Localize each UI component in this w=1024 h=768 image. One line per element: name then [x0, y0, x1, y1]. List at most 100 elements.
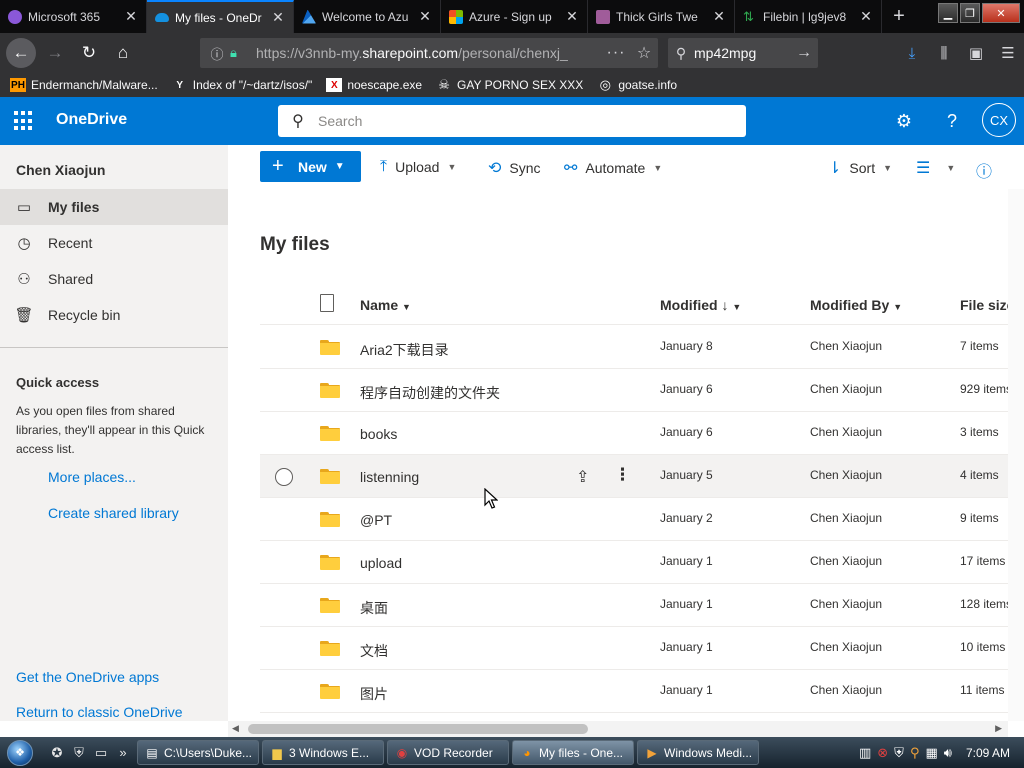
tab-filebin[interactable]: ⇅ Filebin | lg9jev8 ✕: [735, 0, 882, 33]
table-row[interactable]: Aria2下载目录 January 8 Chen Xiaojun 7 items: [260, 326, 1008, 369]
file-name[interactable]: upload: [360, 555, 402, 571]
sidebar-item-my-files[interactable]: ▭ My files: [0, 189, 228, 225]
start-button[interactable]: ❖: [0, 737, 40, 768]
taskbar-item-firefox[interactable]: ◕ My files - One...: [512, 740, 634, 765]
url-text[interactable]: https://v3nnb-my.sharepoint.com/personal…: [256, 45, 602, 61]
library-icon[interactable]: ⫼: [928, 45, 960, 62]
onedrive-search-placeholder[interactable]: Search: [318, 113, 362, 129]
file-name[interactable]: Aria2下载目录: [360, 340, 449, 360]
automate-button[interactable]: ⚯ Automate ▼: [564, 158, 662, 178]
quick-launch-shield-icon[interactable]: ⛨: [68, 745, 90, 761]
close-tab-icon[interactable]: ✕: [271, 9, 285, 26]
column-header-name[interactable]: Name ▼: [360, 297, 411, 313]
table-row[interactable]: books January 6 Chen Xiaojun 3 items: [260, 412, 1008, 455]
return-classic-onedrive-link[interactable]: Return to classic OneDrive: [16, 704, 183, 720]
tray-search-icon[interactable]: ⚲: [910, 745, 920, 761]
sidebar-item-recycle-bin[interactable]: 🗑︎ Recycle bin: [0, 297, 228, 333]
tab-azure-signup[interactable]: Azure - Sign up ✕: [441, 0, 588, 33]
new-tab-button[interactable]: +: [882, 0, 916, 33]
view-options-button[interactable]: ☰ ▼: [916, 158, 955, 178]
create-shared-library-link[interactable]: Create shared library: [48, 505, 179, 521]
table-row[interactable]: @PT January 2 Chen Xiaojun 9 items: [260, 498, 1008, 541]
table-row[interactable]: listenning ⇪ ⋮ January 5 Chen Xiaojun 4 …: [260, 455, 1008, 498]
sidebar-item-recent[interactable]: ◷ Recent: [0, 225, 228, 261]
table-row[interactable]: 文档 January 1 Chen Xiaojun 10 items: [260, 627, 1008, 670]
settings-gear-icon[interactable]: ⚙: [890, 107, 918, 135]
file-name[interactable]: listenning: [360, 469, 419, 485]
tab-welcome-azure[interactable]: Welcome to Azu ✕: [294, 0, 441, 33]
reload-button[interactable]: ↻: [74, 38, 104, 68]
bookmark-item[interactable]: ◎ goatse.info: [597, 77, 677, 92]
file-name[interactable]: 程序自动创建的文件夹: [360, 383, 500, 403]
file-name[interactable]: @PT: [360, 512, 392, 528]
quick-launch-expand-icon[interactable]: »: [112, 745, 134, 760]
scroll-left-arrow-icon[interactable]: ◀: [232, 723, 239, 734]
close-tab-icon[interactable]: ✕: [712, 8, 726, 25]
tray-volume-icon[interactable]: 🔊︎: [944, 745, 952, 761]
avatar[interactable]: CX: [982, 103, 1016, 137]
taskbar-clock[interactable]: 7:09 AM: [966, 746, 1010, 760]
file-type-icon[interactable]: [320, 294, 334, 312]
get-onedrive-apps-link[interactable]: Get the OneDrive apps: [16, 669, 159, 685]
horizontal-scroll-thumb[interactable]: [248, 724, 588, 734]
padlock-icon[interactable]: 🔒︎: [230, 45, 248, 61]
back-button[interactable]: ←: [6, 38, 36, 68]
column-header-modified-by[interactable]: Modified By ▼: [810, 297, 902, 313]
file-name[interactable]: 桌面: [360, 598, 388, 618]
tab-microsoft-365[interactable]: Microsoft 365 ✕: [0, 0, 147, 33]
downloads-icon[interactable]: ⤓: [896, 45, 928, 62]
minimize-button[interactable]: ▁: [938, 3, 958, 23]
row-select-radio[interactable]: [275, 468, 293, 486]
file-name[interactable]: 文档: [360, 641, 388, 661]
more-actions-icon[interactable]: ⋮: [614, 465, 631, 485]
sync-button[interactable]: ⟲ Sync: [488, 158, 541, 178]
sort-button[interactable]: ⇂ Sort ▼: [828, 158, 892, 178]
forward-button[interactable]: →: [40, 38, 70, 68]
bookmark-star-icon[interactable]: ☆: [630, 43, 658, 63]
address-bar[interactable]: ⓘ 🔒︎ https://v3nnb-my.sharepoint.com/per…: [200, 38, 658, 68]
bookmark-item[interactable]: PH Endermanch/Malware...: [10, 78, 158, 92]
window-close-button[interactable]: ✕: [982, 3, 1020, 23]
table-row[interactable]: 桌面 January 1 Chen Xiaojun 128 items: [260, 584, 1008, 627]
close-tab-icon[interactable]: ✕: [124, 8, 138, 25]
taskbar-item-media-player[interactable]: ▶ Windows Medi...: [637, 740, 759, 765]
show-desktop-icon[interactable]: ▭: [90, 745, 112, 761]
file-name[interactable]: books: [360, 426, 397, 442]
close-tab-icon[interactable]: ✕: [859, 8, 873, 25]
onedrive-brand[interactable]: OneDrive: [56, 111, 127, 129]
tray-security-icon[interactable]: ⊗: [877, 745, 888, 761]
tray-app-icon[interactable]: ▥: [859, 745, 871, 761]
taskbar-item-explorer[interactable]: ▆ 3 Windows E...: [262, 740, 384, 765]
home-button[interactable]: ⌂: [108, 38, 138, 68]
close-tab-icon[interactable]: ✕: [565, 8, 579, 25]
details-pane-button[interactable]: ⓘ: [976, 158, 1000, 182]
bookmark-item[interactable]: X noescape.exe: [326, 78, 422, 92]
more-places-link[interactable]: More places...: [48, 469, 136, 485]
share-icon[interactable]: ⇪: [576, 467, 589, 487]
column-header-modified[interactable]: Modified ↓ ▼: [660, 297, 741, 313]
tab-my-files[interactable]: My files - OneDr ✕: [147, 0, 294, 33]
file-name[interactable]: 图片: [360, 684, 388, 704]
browser-search-box[interactable]: ⚲ mp42mpg →: [668, 38, 818, 68]
tray-shield-icon[interactable]: ⛨: [894, 745, 904, 761]
app-launcher-waffle-icon[interactable]: [14, 111, 34, 131]
restore-button[interactable]: ❐: [960, 3, 980, 23]
tab-thick-girls[interactable]: Thick Girls Twe ✕: [588, 0, 735, 33]
upload-button[interactable]: ⤒ Upload ▼: [380, 158, 456, 176]
column-header-file-size[interactable]: File size: [960, 297, 1008, 313]
menu-hamburger-icon[interactable]: ☰: [992, 44, 1024, 62]
table-row[interactable]: 程序自动创建的文件夹 January 6 Chen Xiaojun 929 it…: [260, 369, 1008, 412]
bookmark-item[interactable]: Y Index of "/~dartz/isos/": [172, 78, 312, 92]
table-row[interactable]: upload January 1 Chen Xiaojun 17 items: [260, 541, 1008, 584]
tray-network-icon[interactable]: ▦: [925, 745, 937, 761]
onedrive-search-box[interactable]: ⚲ Search: [278, 105, 746, 137]
new-button[interactable]: + New ▼: [260, 151, 361, 182]
info-icon[interactable]: ⓘ: [208, 44, 226, 63]
quick-launch-app-icon[interactable]: ✪: [46, 745, 68, 761]
search-go-arrow-icon[interactable]: →: [790, 44, 818, 62]
taskbar-item-vod-recorder[interactable]: ◉ VOD Recorder: [387, 740, 509, 765]
table-row[interactable]: 图片 January 1 Chen Xiaojun 11 items: [260, 670, 1008, 713]
vertical-scrollbar[interactable]: [1008, 189, 1024, 721]
sidebar-toggle-icon[interactable]: ▣: [960, 44, 992, 62]
horizontal-scrollbar[interactable]: ◀ ▶: [228, 721, 1008, 737]
